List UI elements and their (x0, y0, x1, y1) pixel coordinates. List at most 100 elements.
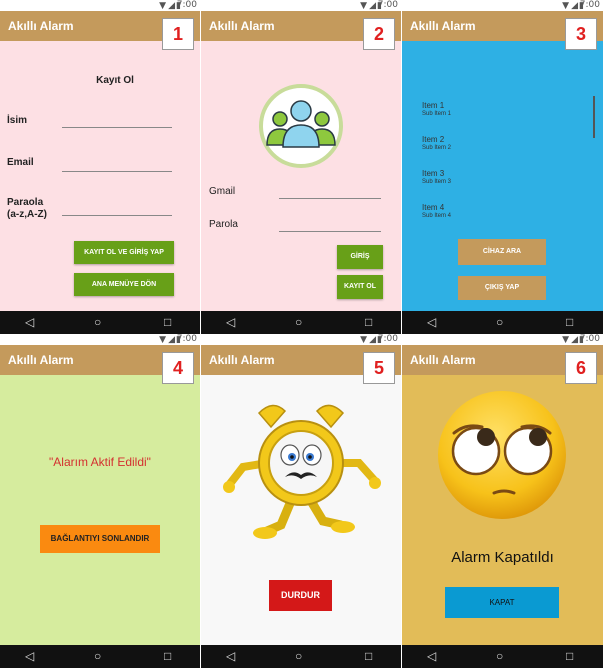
list-item[interactable]: Item 1 Sub Item 1 (402, 99, 592, 125)
back-icon[interactable]: ◁ (427, 311, 436, 334)
alarm-active-area: "Alarım Aktif Edildi" BAĞLANTIYI SONLAND… (0, 375, 200, 645)
alarm-closed-area: Alarm Kapatıldı KAPAT (402, 375, 603, 645)
name-label: İsim (7, 115, 28, 126)
email-label: Email (7, 157, 34, 168)
nav-bar: ◁ ○ □ (402, 645, 603, 668)
home-icon[interactable]: ○ (496, 645, 503, 668)
status-time: 7:00 (579, 0, 600, 10)
recents-icon[interactable]: □ (365, 311, 372, 334)
status-bar: ▼ ◢ ▮ 7:00 (0, 0, 200, 11)
wifi-icon: ▼ (159, 1, 166, 11)
stop-button[interactable]: DURDUR (269, 580, 332, 611)
app-title: Akıllı Alarm (8, 353, 74, 367)
list-item-title: Item 2 (422, 135, 445, 144)
signal-icon: ◢ (571, 1, 578, 11)
app-title: Akıllı Alarm (410, 353, 476, 367)
back-icon[interactable]: ◁ (226, 645, 235, 668)
password-hint: (a-z,A-Z) (7, 209, 47, 220)
login-button[interactable]: GİRİŞ (337, 245, 383, 269)
status-time: 7:00 (176, 334, 197, 344)
password-label: Parola (209, 219, 238, 230)
screen-alarm-active: ▼ ◢ ▮ 7:00 Akıllı Alarm 4 "Alarım Aktif … (0, 334, 200, 668)
app-title: Akıllı Alarm (209, 19, 275, 33)
home-icon[interactable]: ○ (496, 311, 503, 334)
status-bar: ▼ ◢ ▮ 7:00 (201, 334, 401, 345)
list-item-subtitle: Sub Item 2 (422, 145, 452, 151)
status-time: 7:00 (176, 0, 197, 10)
status-bar: ▼ ◢ ▮ 7:00 (402, 334, 603, 345)
form-title: Kayıt Ol (96, 75, 134, 86)
screen-register: ▼ ◢ ▮ 7:00 Akıllı Alarm 1 Kayıt Ol İsim … (0, 0, 200, 334)
password-label: Paraola (7, 197, 44, 208)
home-icon[interactable]: ○ (94, 645, 101, 668)
status-time: 7:00 (377, 334, 398, 344)
register-button[interactable]: KAYIT OL (337, 275, 383, 299)
signal-icon: ◢ (168, 1, 175, 11)
nav-bar: ◁ ○ □ (0, 311, 200, 334)
device-list-area: Item 1 Sub Item 1 Item 2 Sub Item 2 Item… (402, 41, 603, 311)
close-button[interactable]: KAPAT (445, 587, 559, 618)
wifi-icon: ▼ (360, 335, 367, 345)
wifi-icon: ▼ (562, 335, 569, 345)
password-input[interactable] (62, 215, 172, 216)
list-item[interactable]: Item 3 Sub Item 3 (402, 167, 592, 193)
nav-bar: ◁ ○ □ (201, 311, 401, 334)
home-icon[interactable]: ○ (295, 645, 302, 668)
screen-login: ▼ ◢ ▮ 7:00 Akıllı Alarm 2 Gmail Parola G… (201, 0, 401, 334)
list-item-title: Item 1 (422, 101, 445, 110)
status-bar: ▼ ◢ ▮ 7:00 (201, 0, 401, 11)
home-icon[interactable]: ○ (94, 311, 101, 334)
list-item-title: Item 4 (422, 203, 445, 212)
list-item[interactable]: Item 4 Sub Item 4 (402, 201, 592, 227)
signal-icon: ◢ (369, 335, 376, 345)
back-icon[interactable]: ◁ (25, 311, 34, 334)
alarm-active-message: "Alarım Aktif Edildi" (49, 455, 151, 469)
signal-icon: ◢ (571, 335, 578, 345)
register-form: Kayıt Ol İsim Email Paraola (a-z,A-Z) KA… (0, 41, 200, 311)
home-icon[interactable]: ○ (295, 311, 302, 334)
email-input[interactable] (62, 171, 172, 172)
screen-alarm-closed: ▼ ◢ ▮ 7:00 Akıllı Alarm 6 Alarm Kapatıld… (402, 334, 603, 668)
name-input[interactable] (62, 127, 172, 128)
list-item-subtitle: Sub Item 3 (422, 179, 452, 185)
logout-button[interactable]: ÇIKIŞ YAP (458, 276, 546, 300)
status-bar: ▼ ◢ ▮ 7:00 (402, 0, 603, 11)
back-icon[interactable]: ◁ (25, 645, 34, 668)
password-input[interactable] (279, 231, 381, 232)
dancing-alarm-clock-icon (223, 404, 381, 539)
recents-icon[interactable]: □ (365, 645, 372, 668)
alarm-ringing-area: DURDUR (201, 375, 401, 645)
gmail-input[interactable] (279, 198, 381, 199)
gmail-label: Gmail (209, 186, 236, 197)
list-item[interactable]: Item 2 Sub Item 2 (402, 133, 592, 159)
status-time: 7:00 (377, 0, 398, 10)
back-icon[interactable]: ◁ (226, 311, 235, 334)
app-title: Akıllı Alarm (209, 353, 275, 367)
home-menu-button[interactable]: ANA MENÜYE DÖN (74, 273, 174, 296)
recents-icon[interactable]: □ (566, 311, 573, 334)
app-title: Akıllı Alarm (410, 19, 476, 33)
register-and-login-button[interactable]: KAYIT OL VE GİRİŞ YAP (74, 241, 174, 264)
login-form: Gmail Parola GİRİŞ KAYIT OL (201, 41, 401, 311)
wifi-icon: ▼ (360, 1, 367, 11)
status-bar: ▼ ◢ ▮ 7:00 (0, 334, 200, 345)
nav-bar: ◁ ○ □ (201, 645, 401, 668)
wifi-icon: ▼ (159, 335, 166, 345)
alarm-closed-message: Alarm Kapatıldı (451, 549, 554, 566)
disconnect-button[interactable]: BAĞLANTIYI SONLANDIR (40, 525, 160, 553)
list-item-subtitle: Sub Item 4 (422, 213, 452, 219)
signal-icon: ◢ (168, 335, 175, 345)
nav-bar: ◁ ○ □ (402, 311, 603, 334)
screen-device-list: ▼ ◢ ▮ 7:00 Akıllı Alarm 3 Item 1 Sub Ite… (402, 0, 603, 334)
search-device-button[interactable]: CİHAZ ARA (458, 239, 546, 265)
app-title: Akıllı Alarm (8, 19, 74, 33)
eye-roll-emoji-icon (438, 391, 566, 519)
back-icon[interactable]: ◁ (427, 645, 436, 668)
list-scrollbar[interactable] (593, 96, 595, 138)
recents-icon[interactable]: □ (566, 645, 573, 668)
nav-bar: ◁ ○ □ (0, 645, 200, 668)
screen-alarm-ringing: ▼ ◢ ▮ 7:00 Akıllı Alarm 5 DURDUR ◁ ○ □ (201, 334, 401, 668)
recents-icon[interactable]: □ (164, 311, 171, 334)
status-time: 7:00 (579, 334, 600, 344)
recents-icon[interactable]: □ (164, 645, 171, 668)
